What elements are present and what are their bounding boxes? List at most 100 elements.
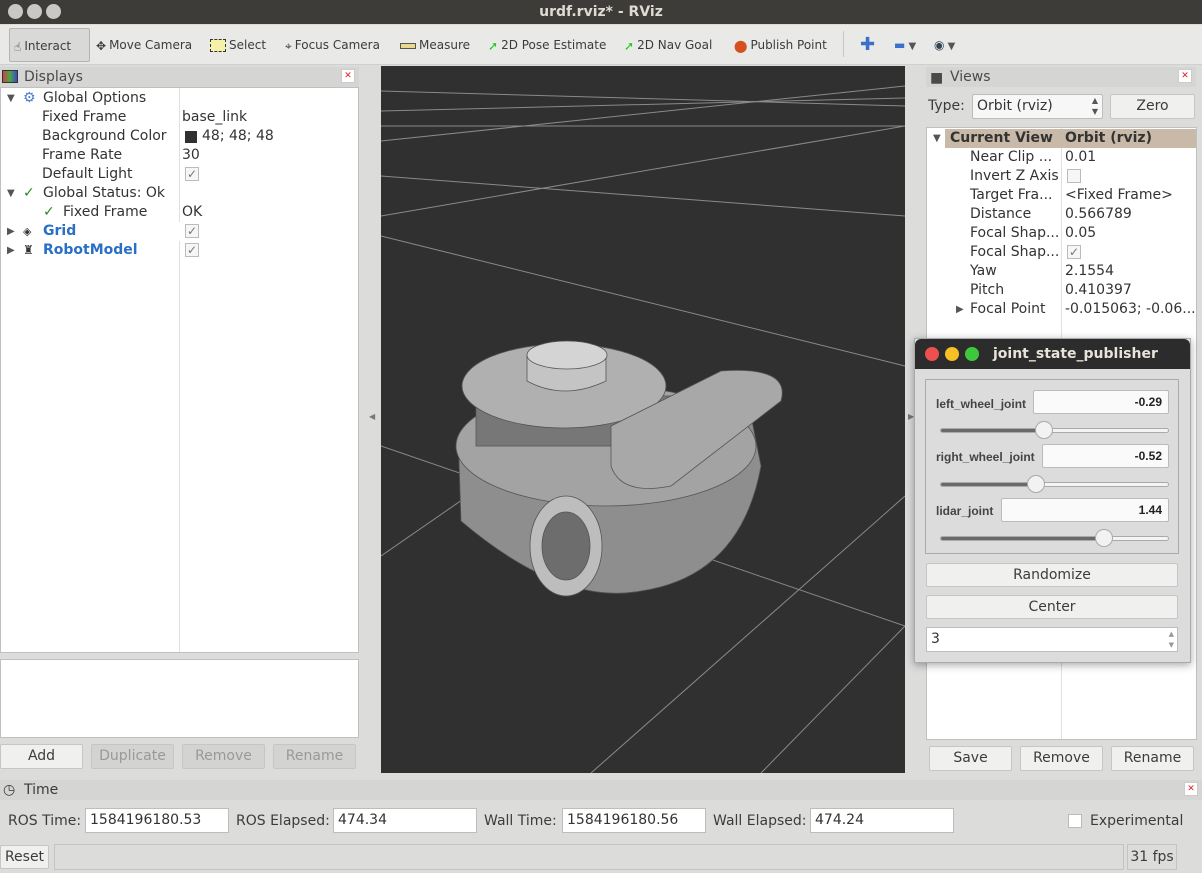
maximize-window-button[interactable] (965, 347, 979, 361)
tree-row-fixed-frame[interactable]: Fixed Frame base_link (1, 108, 358, 127)
tool-2d-pose-estimate[interactable]: ➚ 2D Pose Estimate (484, 28, 606, 62)
tool-interact[interactable]: ☝ Interact (9, 28, 90, 62)
close-window-button[interactable] (925, 347, 939, 361)
view-type-select[interactable]: Orbit (rviz) ▲ ▼ (972, 94, 1103, 119)
checkbox[interactable]: ✓ (1067, 245, 1081, 259)
row-value[interactable]: 0.01 (1065, 148, 1096, 167)
crosshair-icon: ⌖ (285, 38, 292, 53)
joint-slider[interactable] (940, 421, 1169, 439)
tool-move-camera[interactable]: ✥ Move Camera (92, 28, 192, 62)
tree-row-default-light[interactable]: Default Light ✓ (1, 165, 358, 184)
hand-icon: ☝ (14, 39, 22, 54)
center-button[interactable]: Center (926, 595, 1178, 619)
view-row[interactable]: Yaw 2.1554 (927, 262, 1196, 281)
joint-slider[interactable] (940, 529, 1169, 547)
checkbox[interactable]: ✓ (185, 243, 199, 257)
rename-display-button[interactable]: Rename (273, 744, 356, 769)
minimize-window-button[interactable] (27, 4, 42, 19)
jsp-title: joint_state_publisher (993, 346, 1158, 362)
panels-visibility-button[interactable]: ◉ ▼ (930, 28, 955, 62)
tool-publish-point[interactable]: ⬤ Publish Point (730, 28, 827, 62)
joint-label: left_wheel_joint (936, 397, 1027, 411)
close-window-button[interactable] (8, 4, 23, 19)
rename-view-button[interactable]: Rename (1111, 746, 1194, 771)
spinbox[interactable]: 3 ▲ ▼ (926, 627, 1178, 652)
displays-tree: ▼ ⚙ Global Options Fixed Frame base_link Ba… (0, 87, 359, 653)
robot-icon: ♜ (23, 243, 34, 257)
collapse-left-handle[interactable]: ◀ (369, 412, 375, 421)
view-row[interactable]: Target Fra... <Fixed Frame> (927, 186, 1196, 205)
tree-row-background-color[interactable]: Background Color 48; 48; 48 (1, 127, 358, 146)
wall-time-field[interactable]: 1584196180.56 (562, 808, 706, 833)
view-row[interactable]: Focal Shap... 0.05 (927, 224, 1196, 243)
view-row[interactable]: Distance 0.566789 (927, 205, 1196, 224)
remove-tool-button[interactable]: ▬ ▼ (890, 28, 916, 62)
tool-measure[interactable]: Measure (396, 28, 470, 62)
add-tool-button[interactable]: ✚ (856, 28, 875, 62)
current-view-header[interactable]: ▼ Current View Orbit (rviz) (933, 129, 1196, 148)
checkbox[interactable] (1067, 169, 1081, 183)
tool-label: Focus Camera (294, 38, 380, 52)
close-panel-button[interactable]: ✕ (1184, 782, 1198, 796)
ros-elapsed-field[interactable]: 474.34 (333, 808, 477, 833)
ros-time-label: ROS Time: (8, 813, 82, 829)
remove-view-button[interactable]: Remove (1020, 746, 1103, 771)
tool-select[interactable]: Select (206, 28, 266, 62)
add-display-button[interactable]: Add (0, 744, 83, 769)
view-row[interactable]: Invert Z Axis (927, 167, 1196, 186)
joint-value-input[interactable]: -0.52 (1042, 444, 1169, 468)
view-row[interactable]: ▶ Focal Point -0.015063; -0.06... (927, 300, 1196, 319)
row-label: Focal Point (970, 301, 1046, 317)
joint-label: right_wheel_joint (936, 450, 1035, 464)
maximize-window-button[interactable] (46, 4, 61, 19)
row-value[interactable]: base_link (182, 108, 247, 127)
experimental-checkbox[interactable] (1068, 814, 1082, 828)
randomize-button[interactable]: Randomize (926, 563, 1178, 587)
select-icon (210, 39, 226, 52)
tool-2d-nav-goal[interactable]: ➚ 2D Nav Goal (620, 28, 712, 62)
tree-row-frame-rate[interactable]: Frame Rate 30 (1, 146, 358, 165)
row-value[interactable]: <Fixed Frame> (1065, 186, 1173, 205)
view-row[interactable]: Near Clip ... 0.01 (927, 148, 1196, 167)
minimize-window-button[interactable] (945, 347, 959, 361)
wall-elapsed-field[interactable]: 474.24 (810, 808, 954, 833)
spinner-arrows-icon[interactable]: ▲ ▼ (1169, 629, 1174, 651)
color-swatch[interactable] (185, 131, 197, 143)
tree-row-global-status[interactable]: ▼ ✓ Global Status: Ok (1, 184, 358, 203)
tool-label: Interact (24, 39, 72, 53)
view-row[interactable]: Pitch 0.410397 (927, 281, 1196, 300)
checkbox[interactable]: ✓ (185, 167, 199, 181)
3d-viewport[interactable] (381, 66, 905, 773)
joint-value-input[interactable]: -0.29 (1033, 390, 1169, 414)
row-value[interactable]: 48; 48; 48 (202, 127, 274, 146)
close-panel-button[interactable]: ✕ (341, 69, 355, 83)
row-label: Target Fra... (970, 187, 1053, 203)
joint-slider[interactable] (940, 475, 1169, 493)
tree-row-robotmodel[interactable]: ▶ ♜ RobotModel ✓ (1, 241, 358, 260)
row-value[interactable]: 30 (182, 146, 200, 165)
tool-focus-camera[interactable]: ⌖ Focus Camera (281, 28, 380, 62)
row-value[interactable]: 0.410397 (1065, 281, 1132, 300)
zero-button[interactable]: Zero (1110, 94, 1195, 119)
tree-row-grid[interactable]: ▶ ◈ Grid ✓ (1, 222, 358, 241)
view-row[interactable]: Focal Shap... ✓ (927, 243, 1196, 262)
remove-display-button[interactable]: Remove (182, 744, 265, 769)
row-value[interactable]: -0.015063; -0.06... (1065, 300, 1196, 319)
ruler-icon (400, 42, 416, 49)
save-view-button[interactable]: Save (929, 746, 1012, 771)
duplicate-display-button[interactable]: Duplicate (91, 744, 174, 769)
checkbox[interactable]: ✓ (185, 224, 199, 238)
row-value[interactable]: 0.05 (1065, 224, 1096, 243)
monitor-icon (2, 70, 18, 83)
time-panel-header: ◷ Time ✕ (0, 780, 1202, 800)
row-value[interactable]: 2.1554 (1065, 262, 1114, 281)
check-icon: ✓ (23, 185, 35, 201)
row-value[interactable]: 0.566789 (1065, 205, 1132, 224)
joint-value-input[interactable]: 1.44 (1001, 498, 1169, 522)
row-label: Fixed Frame (42, 109, 127, 125)
ros-time-field[interactable]: 1584196180.53 (85, 808, 229, 833)
tree-row-fixed-frame-status[interactable]: ✓ Fixed Frame OK (1, 203, 358, 222)
tree-row-global-options[interactable]: ▼ ⚙ Global Options (1, 89, 358, 108)
close-panel-button[interactable]: ✕ (1178, 69, 1192, 83)
reset-button[interactable]: Reset (0, 845, 49, 869)
